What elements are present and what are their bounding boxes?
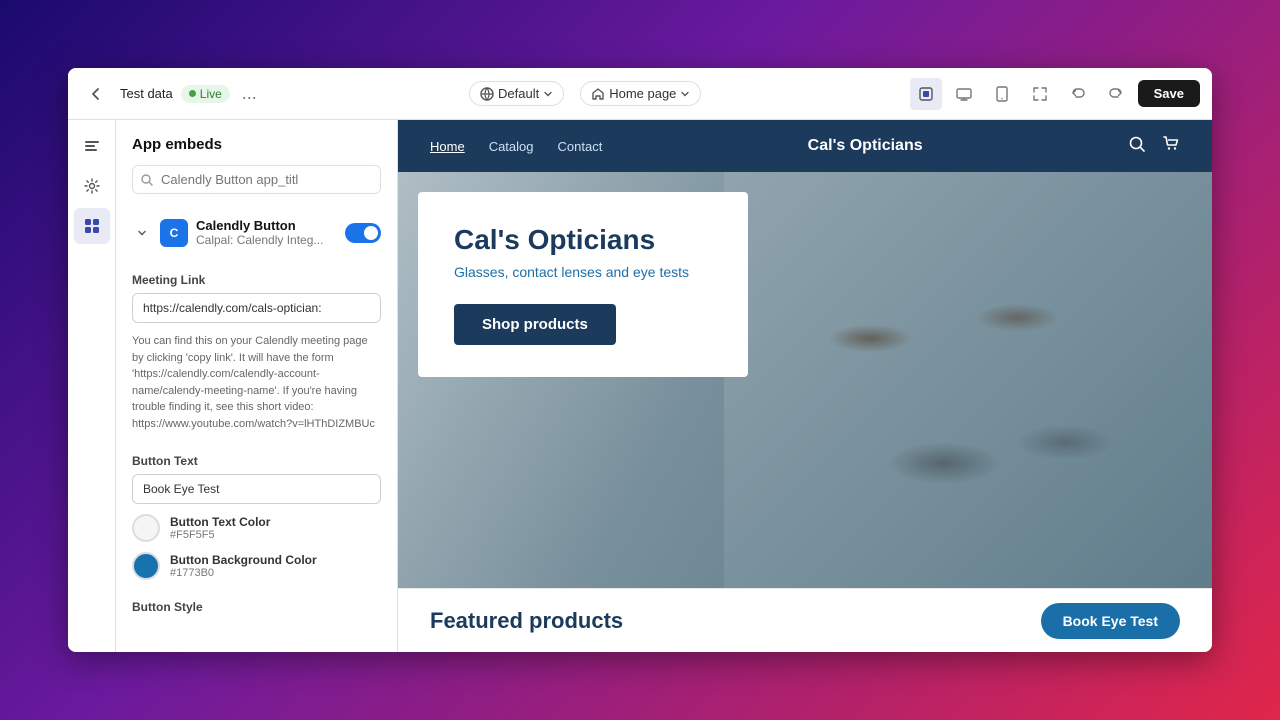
back-button[interactable]: [80, 78, 112, 110]
search-icon: [140, 173, 154, 187]
preview-area: Home Catalog Contact Cal's Opticians: [398, 120, 1212, 652]
nav-home[interactable]: Home: [430, 139, 465, 154]
hero-subtitle: Glasses, contact lenses and eye tests: [454, 264, 712, 280]
button-text-input[interactable]: [132, 474, 381, 504]
homepage-label: Home page: [609, 86, 676, 101]
desktop-view-button[interactable]: [948, 78, 980, 110]
store-header: Home Catalog Contact Cal's Opticians: [398, 120, 1212, 172]
app-embed-name: Calendly Button: [196, 218, 345, 233]
app-embed-toggle[interactable]: [345, 223, 381, 243]
left-panel: App embeds C Calendly Button: [116, 120, 398, 652]
sidebar-back-button[interactable]: [74, 128, 110, 164]
button-style-label: Button Style: [132, 600, 381, 614]
top-bar-right: Save: [910, 78, 1200, 110]
main-layout: App embeds C Calendly Button: [68, 120, 1212, 652]
button-text-color-label: Button Text Color: [170, 515, 270, 529]
search-icon[interactable]: [1128, 135, 1146, 158]
nav-catalog[interactable]: Catalog: [489, 139, 534, 154]
live-dot: [189, 90, 196, 97]
app-search-input[interactable]: [132, 165, 381, 194]
featured-title: Featured products: [430, 608, 623, 634]
button-bg-color-row: Button Background Color #1773B0: [132, 552, 381, 580]
default-selector[interactable]: Default: [469, 81, 564, 106]
live-label: Live: [200, 87, 222, 101]
button-text-color-row: Button Text Color #F5F5F5: [132, 514, 381, 542]
hero-section: Cal's Opticians Glasses, contact lenses …: [398, 172, 1212, 588]
browser-window: Test data Live ... Default: [68, 68, 1212, 652]
button-text-color-info: Button Text Color #F5F5F5: [170, 515, 270, 541]
meeting-link-label: Meeting Link: [132, 273, 381, 287]
calendly-app-icon: C: [160, 219, 188, 247]
fullscreen-button[interactable]: [1024, 78, 1056, 110]
app-embed-item: C Calendly Button Calpal: Calendly Integ…: [132, 210, 381, 255]
button-bg-color-swatch[interactable]: [132, 552, 160, 580]
homepage-selector[interactable]: Home page: [580, 81, 701, 106]
button-bg-color-info: Button Background Color #1773B0: [170, 553, 317, 579]
top-bar-center: Default Home page: [269, 81, 902, 106]
top-bar: Test data Live ... Default: [68, 68, 1212, 120]
store-nav: Home Catalog Contact: [430, 139, 602, 154]
sidebar-icons: [68, 120, 116, 652]
button-text-label: Button Text: [132, 454, 381, 468]
nav-contact[interactable]: Contact: [558, 139, 603, 154]
undo-button[interactable]: [1062, 78, 1094, 110]
button-bg-color-value: #1773B0: [170, 567, 317, 579]
pointer-tool-button[interactable]: [910, 78, 942, 110]
store-header-icons: [1128, 135, 1180, 158]
shop-products-button[interactable]: Shop products: [454, 304, 616, 345]
hero-title: Cal's Opticians: [454, 224, 712, 256]
store-title: Cal's Opticians: [808, 137, 923, 155]
app-embed-toggle-row: Calendly Button Calpal: Calendly Integ..…: [196, 218, 381, 247]
glasses-image: [724, 172, 1212, 588]
meeting-link-help: You can find this on your Calendly meeti…: [132, 333, 381, 432]
book-eye-test-button[interactable]: Book Eye Test: [1041, 603, 1180, 639]
cart-icon[interactable]: [1162, 135, 1180, 158]
search-wrap: [132, 165, 381, 194]
button-text-color-value: #F5F5F5: [170, 529, 270, 541]
default-label: Default: [498, 86, 539, 101]
hero-card: Cal's Opticians Glasses, contact lenses …: [418, 192, 748, 377]
test-data-label: Test data: [120, 86, 173, 101]
meeting-link-input[interactable]: [132, 293, 381, 323]
live-badge: Live: [181, 85, 230, 103]
sidebar-settings-button[interactable]: [74, 168, 110, 204]
button-text-color-swatch[interactable]: [132, 514, 160, 542]
more-options-button[interactable]: ...: [238, 83, 261, 104]
app-embed-chevron[interactable]: [132, 223, 152, 243]
tablet-view-button[interactable]: [986, 78, 1018, 110]
panel-title: App embeds: [132, 136, 381, 153]
button-bg-color-label: Button Background Color: [170, 553, 317, 567]
app-embed-sub: Calpal: Calendly Integ...: [196, 233, 345, 247]
redo-button[interactable]: [1100, 78, 1132, 110]
app-embed-info: Calendly Button Calpal: Calendly Integ..…: [196, 218, 345, 247]
sidebar-apps-button[interactable]: [74, 208, 110, 244]
featured-bar: Featured products Book Eye Test: [398, 588, 1212, 652]
save-button[interactable]: Save: [1138, 80, 1200, 107]
